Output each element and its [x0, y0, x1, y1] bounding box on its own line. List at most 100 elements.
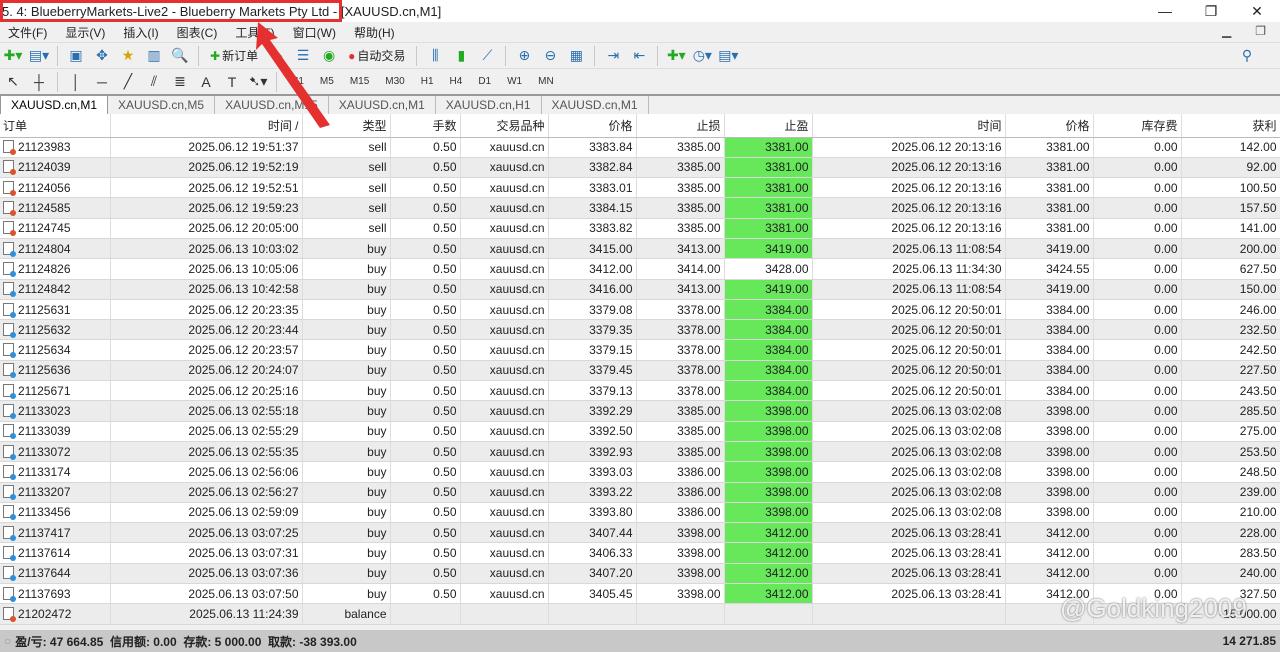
text-label-icon[interactable]: T [221, 71, 243, 93]
trendline-icon[interactable]: ╱ [117, 71, 139, 93]
timeframe-m5[interactable]: M5 [314, 76, 340, 87]
indicators-icon[interactable]: ✚▾ [665, 45, 687, 67]
table-row[interactable]: 21124826 2025.06.13 10:05:06 buy 0.50 xauusd… [0, 258, 1280, 280]
auto-trading-button[interactable]: ● 自动交易 [344, 47, 409, 64]
new-order-button[interactable]: ✚ 新订单 [206, 47, 262, 64]
column-header[interactable]: 时间 / [110, 114, 303, 138]
column-header[interactable]: 止损 [636, 114, 725, 138]
mdi-restore-button[interactable]: ❐ [1247, 24, 1276, 38]
timeframe-h4[interactable]: H4 [444, 76, 469, 87]
balance-row[interactable]: 21202472 2025.06.13 11:24:39 balance -15 00… [0, 603, 1280, 625]
chart-tab[interactable]: XAUUSD.cn,M15 [215, 96, 329, 114]
close-button[interactable]: ✕ [1234, 0, 1280, 22]
table-row[interactable]: 21124585 2025.06.12 19:59:23 sell 0.50 xauus… [0, 197, 1280, 219]
chart-tab[interactable]: XAUUSD.cn,H1 [436, 96, 542, 114]
timeframe-m15[interactable]: M15 [344, 76, 375, 87]
crosshair-icon[interactable]: ┼ [28, 71, 50, 93]
table-row[interactable]: 21124842 2025.06.13 10:42:58 buy 0.50 xauusd… [0, 279, 1280, 300]
column-header[interactable]: 时间 [812, 114, 1006, 138]
menu-view[interactable]: 显示(V) [57, 24, 115, 41]
menu-help[interactable]: 帮助(H) [346, 24, 405, 41]
strategy-tester-icon[interactable]: 🔍 [169, 45, 191, 67]
horizontal-line-icon[interactable]: ─ [91, 71, 113, 93]
search-icon[interactable]: ⚲ [1236, 45, 1258, 67]
table-row[interactable]: 21133039 2025.06.13 02:55:29 buy 0.50 xauusd… [0, 421, 1280, 442]
timeframe-mn[interactable]: MN [532, 76, 560, 87]
open-time-cell: 2025.06.13 02:55:29 [110, 421, 303, 442]
fibonacci-icon[interactable]: ≣ [169, 71, 191, 93]
mdi-minimize-button[interactable]: ▁ [1214, 24, 1241, 38]
menu-tools[interactable]: 工具(T) [227, 24, 284, 41]
vertical-line-icon[interactable]: │ [65, 71, 87, 93]
line-chart-icon[interactable]: ⟋ [476, 45, 498, 67]
chart-tab[interactable]: XAUUSD.cn,M1 [0, 95, 109, 114]
signals-icon[interactable]: ☰ [292, 45, 314, 67]
metaeditor-icon[interactable]: ◆ [266, 45, 288, 67]
candlestick-icon[interactable]: ▮ [450, 45, 472, 67]
table-row[interactable]: 21124804 2025.06.13 10:03:02 buy 0.50 xauusd… [0, 238, 1280, 260]
data-window-icon[interactable]: ✥ [91, 45, 113, 67]
menu-file[interactable]: 文件(F) [0, 24, 57, 41]
table-row[interactable]: 21133456 2025.06.13 02:59:09 buy 0.50 xauusd… [0, 502, 1280, 524]
table-row[interactable]: 21133207 2025.06.13 02:56:27 buy 0.50 xauusd… [0, 482, 1280, 503]
menu-charts[interactable]: 图表(C) [169, 24, 228, 41]
column-header[interactable]: 手数 [390, 114, 461, 138]
restore-button[interactable]: ❐ [1188, 0, 1234, 22]
cursor-icon[interactable]: ↖ [2, 71, 24, 93]
column-header[interactable]: 价格 [548, 114, 637, 138]
table-row[interactable]: 21137417 2025.06.13 03:07:25 buy 0.50 xauusd… [0, 522, 1280, 544]
market-watch-icon[interactable]: ▣ [65, 45, 87, 67]
lots-cell: 0.50 [390, 258, 461, 280]
column-header[interactable]: 价格 [1005, 114, 1094, 138]
zoom-in-icon[interactable]: ⊕ [513, 45, 535, 67]
table-row[interactable]: 21124039 2025.06.12 19:52:19 sell 0.50 xauus… [0, 157, 1280, 179]
table-row[interactable]: 21137614 2025.06.13 03:07:31 buy 0.50 xauusd… [0, 542, 1280, 564]
arrows-icon[interactable]: ➷▾ [247, 71, 269, 93]
column-header[interactable]: 订单 [0, 114, 111, 138]
column-header[interactable]: 库存费 [1093, 114, 1182, 138]
timeframe-m1[interactable]: M1 [284, 76, 310, 87]
table-row[interactable]: 21133174 2025.06.13 02:56:06 buy 0.50 xauusd… [0, 461, 1280, 483]
chart-tab[interactable]: XAUUSD.cn,M1 [329, 96, 436, 114]
table-row[interactable]: 21125636 2025.06.12 20:24:07 buy 0.50 xauusd… [0, 360, 1280, 382]
autoscroll-icon[interactable]: ⇥ [602, 45, 624, 67]
minimize-button[interactable]: — [1142, 0, 1188, 22]
timeframe-w1[interactable]: W1 [501, 76, 528, 87]
menu-insert[interactable]: 插入(I) [115, 24, 168, 41]
templates-icon[interactable]: ▤▾ [717, 45, 739, 67]
menu-window[interactable]: 窗口(W) [285, 24, 346, 41]
terminal-icon[interactable]: ▥ [143, 45, 165, 67]
chart-tab[interactable]: XAUUSD.cn,M5 [108, 96, 216, 114]
navigator-icon[interactable]: ★ [117, 45, 139, 67]
table-row[interactable]: 21125634 2025.06.12 20:23:57 buy 0.50 xauusd… [0, 339, 1280, 361]
profiles-icon[interactable]: ▤▾ [28, 45, 50, 67]
timeframe-d1[interactable]: D1 [472, 76, 497, 87]
periods-icon[interactable]: ◷▾ [691, 45, 713, 67]
column-header[interactable]: 获利 [1181, 114, 1280, 138]
signal-icon[interactable]: ◉ [318, 45, 340, 67]
table-row[interactable]: 21137693 2025.06.13 03:07:50 buy 0.50 xauusd… [0, 583, 1280, 605]
table-row[interactable]: 21125632 2025.06.12 20:23:44 buy 0.50 xauusd… [0, 319, 1280, 341]
timeframe-h1[interactable]: H1 [415, 76, 440, 87]
column-header[interactable]: 类型 [302, 114, 391, 138]
chart-tab[interactable]: XAUUSD.cn,M1 [542, 96, 649, 114]
table-row[interactable]: 21125631 2025.06.12 20:23:35 buy 0.50 xauusd… [0, 299, 1280, 321]
profit-cell: 200.00 [1181, 238, 1280, 260]
chart-shift-icon[interactable]: ⇤ [628, 45, 650, 67]
column-header[interactable]: 交易品种 [460, 114, 549, 138]
bar-chart-icon[interactable]: ⫼ [424, 45, 446, 67]
table-row[interactable]: 21124745 2025.06.12 20:05:00 sell 0.50 xauus… [0, 218, 1280, 239]
text-icon[interactable]: A [195, 71, 217, 93]
table-row[interactable]: 21137644 2025.06.13 03:07:36 buy 0.50 xauusd… [0, 563, 1280, 585]
equidistant-channel-icon[interactable]: ⫽ [143, 71, 165, 93]
tile-windows-icon[interactable]: ▦ [565, 45, 587, 67]
zoom-out-icon[interactable]: ⊖ [539, 45, 561, 67]
table-row[interactable]: 21123983 2025.06.12 19:51:37 sell 0.50 xauus… [0, 137, 1280, 158]
table-row[interactable]: 21133072 2025.06.13 02:55:35 buy 0.50 xauusd… [0, 441, 1280, 463]
table-row[interactable]: 21124056 2025.06.12 19:52:51 sell 0.50 xauus… [0, 177, 1280, 199]
table-row[interactable]: 21125671 2025.06.12 20:25:16 buy 0.50 xauusd… [0, 380, 1280, 402]
column-header[interactable]: 止盈 [724, 114, 813, 138]
timeframe-m30[interactable]: M30 [379, 76, 410, 87]
new-chart-icon[interactable]: ✚▾ [2, 45, 24, 67]
table-row[interactable]: 21133023 2025.06.13 02:55:18 buy 0.50 xauusd… [0, 400, 1280, 422]
